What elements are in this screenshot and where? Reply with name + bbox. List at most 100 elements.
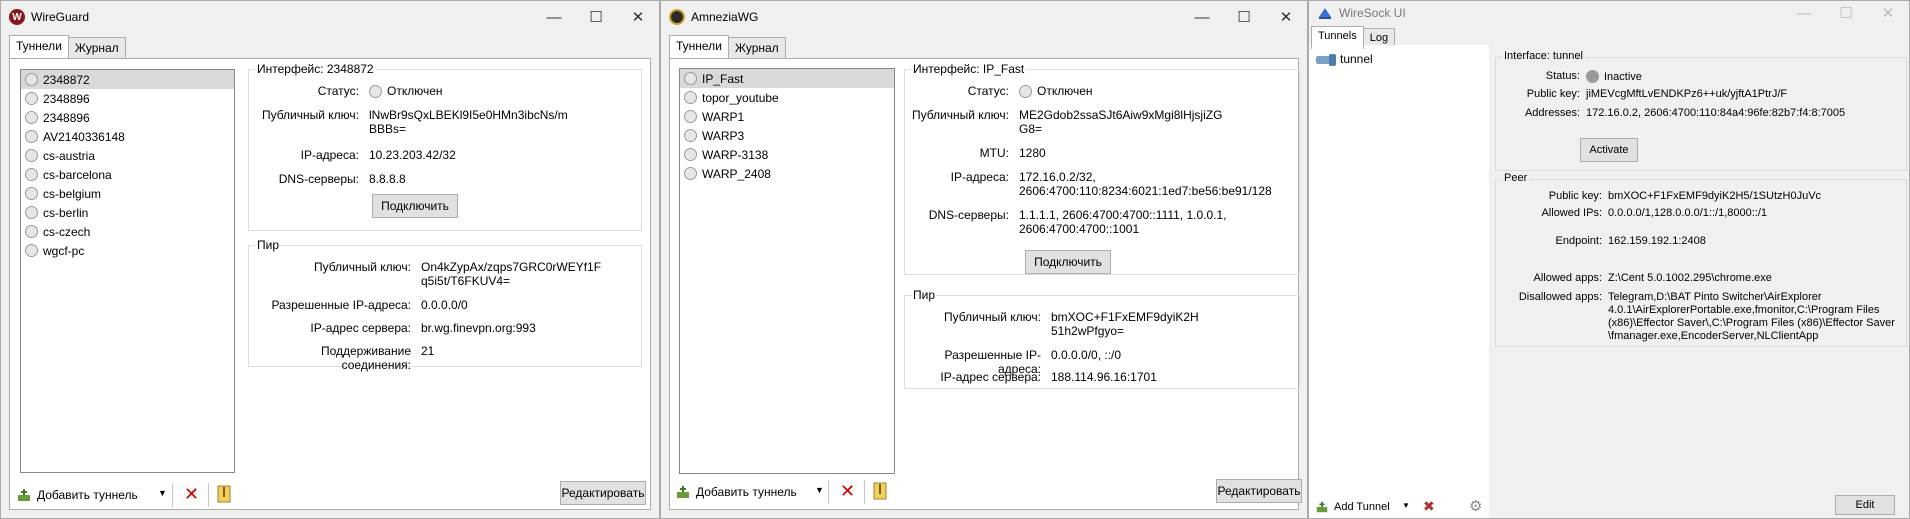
delete-icon[interactable]: ✕ [184,484,199,505]
peer-legend: Пир [911,288,938,302]
pubkey-label: Публичный ключ: [911,108,1009,122]
status-value: Отключен [387,84,443,98]
peer-pubkey-value: bmXOC+F1FxEMF9dyiK2H5/1SUtzH0JuVc [1608,190,1822,202]
add-tunnel-button[interactable]: Добавить туннель [16,483,138,507]
connect-button[interactable]: Подключить [1025,250,1111,274]
settings-icon[interactable]: ⚙ [1469,497,1482,515]
list-item[interactable]: cs-austria [21,146,234,165]
status-value: Inactive [1604,70,1642,83]
maximize-icon[interactable]: ☐ [575,1,617,33]
tunnel-list[interactable]: tunnel [1309,45,1489,518]
status-dot-icon [369,84,382,98]
minimize-icon[interactable]: — [1181,1,1223,33]
wireguard-logo-icon: W [9,9,25,25]
amnezia-logo-icon [669,9,685,25]
minimize-icon[interactable]: — [1783,1,1825,25]
delete-icon[interactable]: ✕ [840,481,855,502]
delete-icon[interactable]: ✖ [1423,498,1435,515]
status-dot-icon [25,111,38,124]
add-tunnel-label: Add Tunnel [1334,501,1390,513]
peer-pubkey-label: Публичный ключ: [943,310,1041,324]
status-dot-icon [1019,84,1032,98]
connect-button[interactable]: Подключить [372,194,458,218]
dns-value: 1.1.1.1, 2606:4700:4700::1111, 1.0.0.1, … [1019,208,1227,236]
tunnel-name: WARP-3138 [702,147,769,162]
peer-pubkey-value: bmXOC+F1FxEMF9dyiK2H 51h2wPfgyo= [1051,310,1199,338]
tab-log[interactable]: Журнал [67,37,126,58]
tunnel-name: cs-belgium [43,186,102,201]
list-item[interactable]: WARP1 [680,107,894,126]
status-dot-icon [684,91,697,104]
close-icon[interactable]: ✕ [617,1,659,33]
status-label: Status: [1545,70,1580,82]
activate-button[interactable]: Activate [1580,138,1638,162]
wireguard-titlebar[interactable]: W WireGuard — ☐ ✕ [1,1,659,33]
list-item[interactable]: 2348872 [21,70,234,89]
amnezia-titlebar[interactable]: AmneziaWG — ☐ ✕ [661,1,1307,33]
wiresock-titlebar[interactable]: WireSock UI — ☐ ✕ [1309,1,1909,25]
list-item[interactable]: 2348896 [21,89,234,108]
list-item[interactable]: WARP3 [680,126,894,145]
list-item[interactable]: cs-czech [21,222,234,241]
close-icon[interactable]: ✕ [1867,1,1909,25]
tab-tunnels[interactable]: Туннели [9,35,69,58]
interface-group: Интерфейс: 2348872 Статус: Отключен Публ… [248,62,642,231]
tunnel-list[interactable]: 2348872 2348896 2348896 AV2140336148 cs-aust… [20,69,235,473]
keepalive-value: 21 [421,344,435,358]
edit-button[interactable]: Edit [1835,495,1895,515]
archive-icon[interactable] [217,485,231,503]
endpoint-value: br.wg.finevpn.org:993 [421,321,536,335]
add-tunnel-dropdown-icon[interactable]: ▼ [815,485,824,495]
tab-tunnels[interactable]: Туннели [669,35,729,58]
dns-label: DNS-серверы: [278,172,359,186]
maximize-icon[interactable]: ☐ [1825,1,1867,25]
pubkey-label: Public key: [1526,88,1580,100]
add-tunnel-dropdown-icon[interactable]: ▼ [1402,501,1410,510]
keepalive-label: Поддерживание соединения: [320,344,411,372]
pubkey-value: ME2Gdob2ssaSJt6Aiw9xMgi8lHjsjiZG G8= [1019,108,1223,136]
add-tunnel-dropdown-icon[interactable]: ▼ [158,488,167,498]
list-item[interactable]: IP_Fast [680,69,894,88]
list-item[interactable]: cs-belgium [21,184,234,203]
tab-tunnels[interactable]: Tunnels [1311,26,1364,49]
list-item[interactable]: WARP-3138 [680,145,894,164]
edit-button[interactable]: Редактировать [1216,479,1302,503]
add-tunnel-label: Добавить туннель [696,485,797,499]
ip-label: IP-адреса: [950,170,1009,184]
list-item[interactable]: 2348896 [21,108,234,127]
status-dot-icon [25,187,38,200]
archive-icon[interactable] [873,482,887,500]
status-dot-icon [684,129,697,142]
list-item[interactable]: cs-berlin [21,203,234,222]
list-item[interactable]: topor_youtube [680,88,894,107]
list-item[interactable]: wgcf-pc [21,241,234,260]
maximize-icon[interactable]: ☐ [1223,1,1265,33]
status-dot-icon [684,110,697,123]
wiresock-window: WireSock UI — ☐ ✕ Tunnels Log tunnel Int… [1308,0,1910,519]
status-dot-icon [684,148,697,161]
list-item[interactable]: AV2140336148 [21,127,234,146]
close-icon[interactable]: ✕ [1265,1,1307,33]
edit-button[interactable]: Редактировать [560,481,646,505]
add-tunnel-icon [1316,501,1328,513]
minimize-icon[interactable]: — [533,1,575,33]
list-item[interactable]: tunnel [1315,51,1373,67]
tunnel-name: cs-czech [43,224,91,239]
window-title: WireSock UI [1339,6,1406,20]
add-tunnel-button[interactable]: Add Tunnel [1315,497,1390,517]
list-item[interactable]: WARP_2408 [680,164,894,183]
pubkey-value: lNwBr9sQxLBEKl9I5e0HMn3ibcNs/m BBBs= [369,108,568,136]
tunnel-list[interactable]: IP_Fast topor_youtube WARP1 WARP3 WARP-3138 W… [679,68,895,474]
status-label: Статус: [967,84,1009,98]
add-tunnel-button[interactable]: Добавить туннель [675,480,797,504]
window-title: WireGuard [31,10,90,24]
status-dot-icon [25,206,38,219]
tunnel-name: tunnel [1340,52,1373,66]
tunnels-tab-page: 2348872 2348896 2348896 AV2140336148 cs-aust… [9,58,651,510]
status-dot-icon [25,168,38,181]
ip-value: 10.23.203.42/32 [369,148,456,162]
allowed-apps-value: Z:\Cent 5.0.1002.295\chrome.exe [1608,272,1772,284]
list-item[interactable]: cs-barcelona [21,165,234,184]
tab-log[interactable]: Журнал [727,37,786,58]
ip-label: IP-адреса: [300,148,359,162]
